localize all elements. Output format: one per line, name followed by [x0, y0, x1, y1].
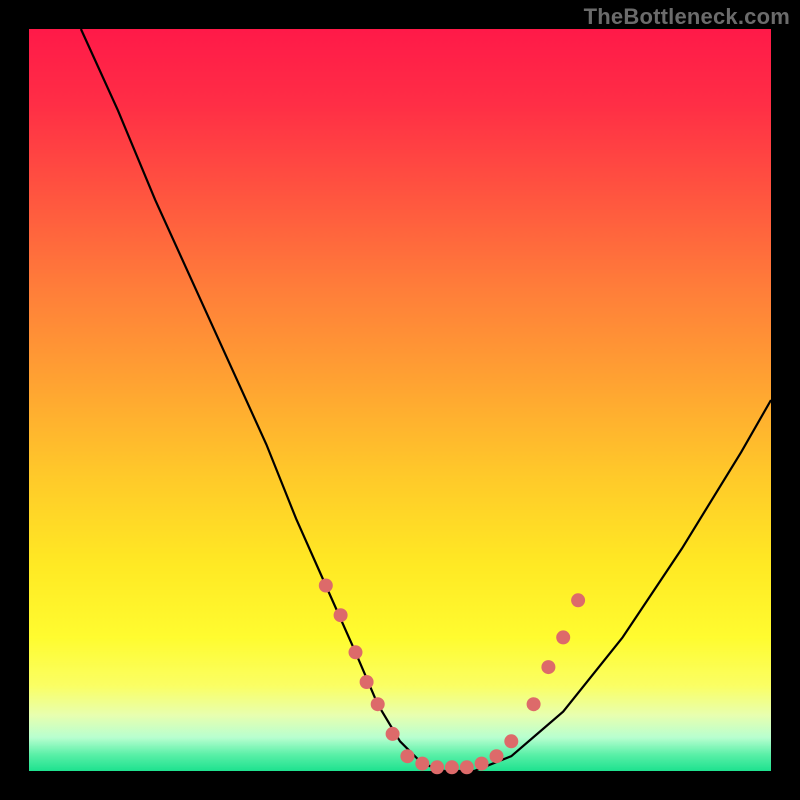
- chart-svg: [29, 29, 771, 771]
- chart-frame: [29, 29, 771, 771]
- curve-dot: [400, 749, 414, 763]
- curve-dot: [504, 734, 518, 748]
- curve-dot: [386, 727, 400, 741]
- watermark-text: TheBottleneck.com: [584, 4, 790, 30]
- curve-dot: [541, 660, 555, 674]
- curve-dot: [319, 579, 333, 593]
- curve-dot: [571, 593, 585, 607]
- curve-dot: [460, 760, 474, 774]
- bottleneck-curve: [81, 29, 771, 771]
- curve-dot: [445, 760, 459, 774]
- curve-dot: [475, 757, 489, 771]
- curve-dot: [349, 645, 363, 659]
- curve-dot: [490, 749, 504, 763]
- curve-dot: [415, 757, 429, 771]
- curve-dot: [360, 675, 374, 689]
- curve-dot: [334, 608, 348, 622]
- curve-dot: [527, 697, 541, 711]
- curve-dot: [430, 760, 444, 774]
- curve-dots: [319, 579, 585, 775]
- curve-dot: [556, 630, 570, 644]
- curve-dot: [371, 697, 385, 711]
